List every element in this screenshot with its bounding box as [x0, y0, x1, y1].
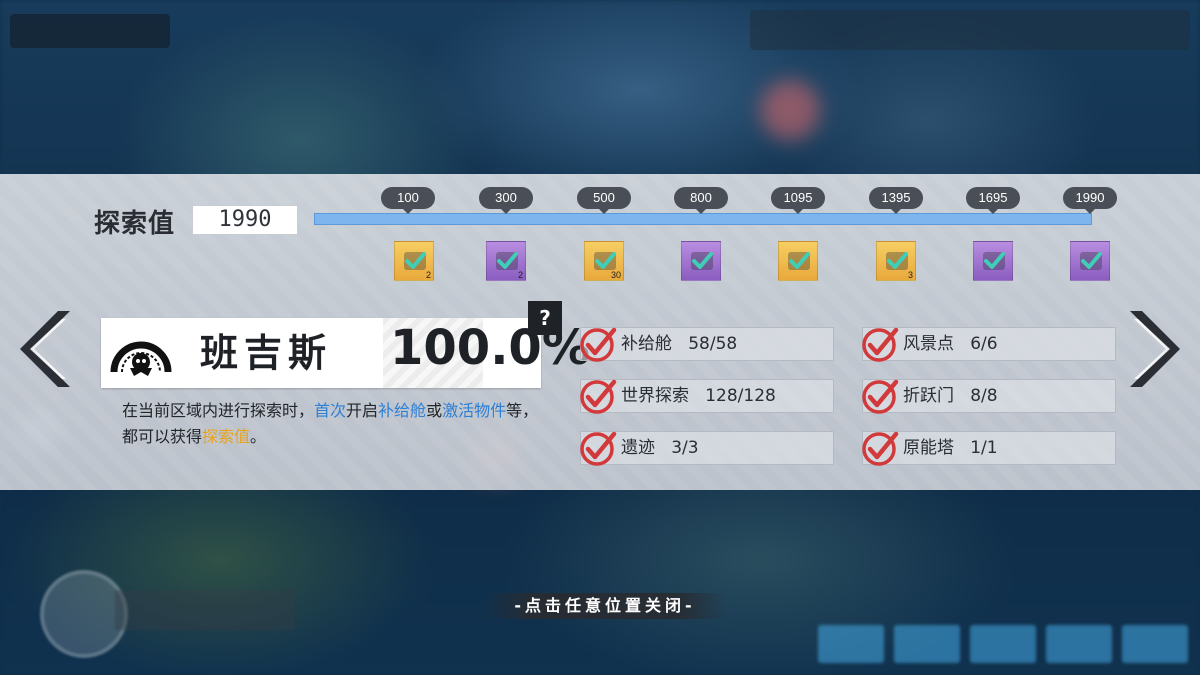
desc-text: 。: [250, 427, 267, 446]
milestone-reward-item[interactable]: [681, 241, 721, 281]
stat-text: 世界探索 128/128: [621, 386, 776, 406]
desc-text: 或: [426, 401, 443, 420]
region-emblem-icon: [110, 341, 172, 376]
milestone-reward-item[interactable]: [973, 241, 1013, 281]
stat-text: 风景点 6/6: [903, 334, 998, 354]
completed-check-icon: [580, 327, 617, 362]
stat-row: 原能塔 1/1: [862, 431, 1116, 466]
exploration-value: 1990: [192, 205, 298, 235]
stat-row: 风景点 6/6: [862, 327, 1116, 362]
claimed-check-icon: [788, 252, 810, 270]
milestone-reward-item[interactable]: 3: [876, 241, 916, 281]
stat-row: 世界探索 128/128: [580, 379, 834, 414]
region-name: 班吉斯: [200, 331, 333, 375]
next-region-arrow-icon[interactable]: [1130, 309, 1182, 389]
milestone-marker: 1395: [869, 187, 923, 214]
claimed-check-icon: [886, 252, 908, 270]
completed-check-icon: [862, 431, 899, 466]
location-bar: [115, 590, 295, 630]
milestone-reward-item[interactable]: 2: [486, 241, 526, 281]
completed-check-icon: [580, 431, 617, 466]
stat-text: 折跃门 8/8: [903, 386, 998, 406]
previous-region-arrow-icon[interactable]: [18, 309, 70, 389]
help-button[interactable]: ?: [528, 301, 562, 335]
milestone-marker: 1095: [771, 187, 825, 214]
completed-check-icon: [580, 379, 617, 414]
map-blob: [760, 80, 820, 140]
desc-highlight-exploration-value: 探索值: [202, 427, 251, 446]
bottom-button[interactable]: [894, 625, 960, 663]
milestone-reward-item[interactable]: [778, 241, 818, 281]
exploration-label: 探索值: [94, 209, 176, 239]
stat-text: 原能塔 1/1: [903, 438, 998, 458]
desc-highlight-supply-pod: 补给舱: [378, 401, 427, 420]
claimed-check-icon: [1080, 252, 1102, 270]
exploration-progress-track: [314, 213, 1092, 225]
milestone-marker: 500: [577, 187, 631, 214]
milestone-marker: 1990: [1063, 187, 1117, 214]
stat-row: 折跃门 8/8: [862, 379, 1116, 414]
claimed-check-icon: [496, 252, 518, 270]
milestone-marker: 1695: [966, 187, 1020, 214]
claimed-check-icon: [404, 252, 426, 270]
milestone-marker: 100: [381, 187, 435, 214]
desc-highlight-activate-object: 激活物件: [442, 401, 507, 420]
bottom-button[interactable]: [1122, 625, 1188, 663]
bottom-button[interactable]: [818, 625, 884, 663]
completed-check-icon: [862, 327, 899, 362]
stat-row: 补给舱 58/58: [580, 327, 834, 362]
milestone-reward-item[interactable]: 30: [584, 241, 624, 281]
claimed-check-icon: [594, 252, 616, 270]
desc-text: 开启: [346, 401, 379, 420]
milestone-marker: 800: [674, 187, 728, 214]
reward-quantity: 30: [610, 270, 621, 280]
top-left-back-bar[interactable]: [10, 14, 170, 48]
desc-highlight-first: 首次: [314, 401, 347, 420]
milestone-reward-item[interactable]: 2: [394, 241, 434, 281]
stat-text: 补给舱 58/58: [621, 334, 738, 354]
exploration-description: 在当前区域内进行探索时，首次开启补给舱或激活物件等，都可以获得探索值。: [122, 398, 542, 450]
reward-quantity: 2: [517, 270, 523, 280]
reward-quantity: 2: [425, 270, 431, 280]
bottom-button[interactable]: [1046, 625, 1112, 663]
bottom-button[interactable]: [970, 625, 1036, 663]
reward-quantity: 3: [907, 270, 913, 280]
milestone-reward-item[interactable]: [1070, 241, 1110, 281]
claimed-check-icon: [691, 252, 713, 270]
claimed-check-icon: [983, 252, 1005, 270]
close-hint[interactable]: -点击任意位置关闭-: [484, 593, 726, 619]
desc-text: 在当前区域内进行探索时，: [122, 401, 315, 420]
stat-text: 遗迹 3/3: [621, 438, 699, 458]
stat-row: 遗迹 3/3: [580, 431, 834, 466]
top-right-status-bar: [750, 10, 1190, 50]
milestone-marker: 300: [479, 187, 533, 214]
completed-check-icon: [862, 379, 899, 414]
